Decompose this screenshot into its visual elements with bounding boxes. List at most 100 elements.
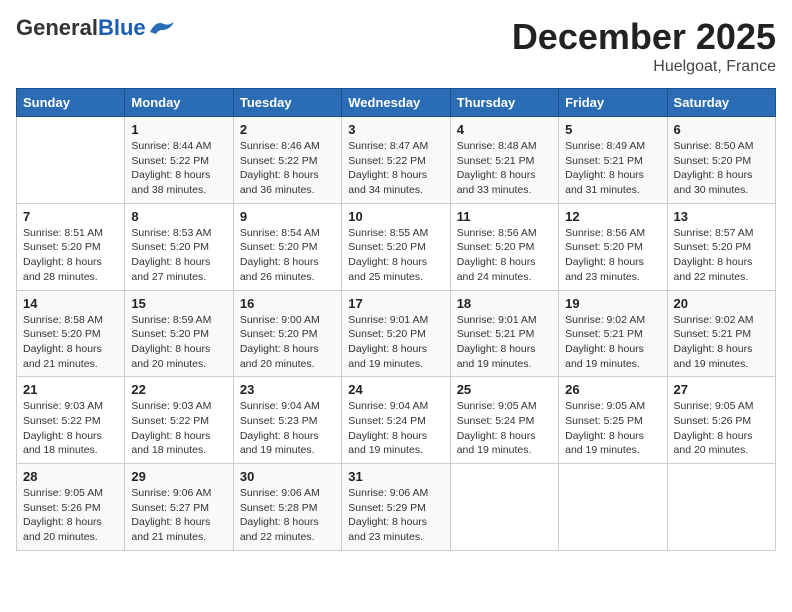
- day-info: Sunrise: 8:50 AM Sunset: 5:20 PM Dayligh…: [674, 139, 769, 198]
- day-info: Sunrise: 9:04 AM Sunset: 5:23 PM Dayligh…: [240, 399, 335, 458]
- day-cell: 25Sunrise: 9:05 AM Sunset: 5:24 PM Dayli…: [450, 377, 558, 464]
- day-info: Sunrise: 9:03 AM Sunset: 5:22 PM Dayligh…: [131, 399, 226, 458]
- day-cell: [17, 117, 125, 204]
- day-cell: 23 Sunrise: 9:04 AM Sunset: 5:23 PM Dayli…: [233, 377, 341, 464]
- day-number: 6: [674, 122, 769, 137]
- day-info: Sunrise: 8:59 AM Sunset: 5:20 PM Dayligh…: [131, 313, 226, 372]
- day-info: Sunrise: 8:47 AM Sunset: 5:22 PM Dayligh…: [348, 139, 443, 198]
- day-number: 25: [457, 382, 552, 397]
- day-number: 16: [240, 296, 335, 311]
- day-number: 18: [457, 296, 552, 311]
- day-info: Sunrise: 9:01 AM Sunset: 5:21 PM Dayligh…: [457, 313, 552, 372]
- column-header-friday: Friday: [559, 89, 667, 117]
- day-info: Sunrise: 8:46 AM Sunset: 5:22 PM Dayligh…: [240, 139, 335, 198]
- day-info: Sunrise: 9:06 AM Sunset: 5:27 PM Dayligh…: [131, 486, 226, 545]
- logo-bird-icon: [148, 18, 176, 38]
- logo-blue: Blue: [98, 15, 146, 40]
- day-info: Sunrise: 8:57 AM Sunset: 5:20 PM Dayligh…: [674, 226, 769, 285]
- day-number: 19: [565, 296, 660, 311]
- column-headers-row: SundayMondayTuesdayWednesdayThursdayFrid…: [17, 89, 776, 117]
- day-cell: 12Sunrise: 8:56 AM Sunset: 5:20 PM Dayli…: [559, 203, 667, 290]
- day-number: 17: [348, 296, 443, 311]
- day-cell: 2 Sunrise: 8:46 AM Sunset: 5:22 PM Daylig…: [233, 117, 341, 204]
- day-cell: 18 Sunrise: 9:01 AM Sunset: 5:21 PM Dayli…: [450, 290, 558, 377]
- day-cell: 31 Sunrise: 9:06 AM Sunset: 5:29 PM Dayli…: [342, 464, 450, 551]
- week-row-1: 1Sunrise: 8:44 AM Sunset: 5:22 PM Daylig…: [17, 117, 776, 204]
- day-number: 7: [23, 209, 118, 224]
- day-number: 26: [565, 382, 660, 397]
- day-info: Sunrise: 8:56 AM Sunset: 5:20 PM Dayligh…: [457, 226, 552, 285]
- day-cell: 11Sunrise: 8:56 AM Sunset: 5:20 PM Dayli…: [450, 203, 558, 290]
- day-number: 15: [131, 296, 226, 311]
- day-number: 31: [348, 469, 443, 484]
- location-subtitle: Huelgoat, France: [512, 58, 776, 76]
- day-number: 21: [23, 382, 118, 397]
- day-cell: 22 Sunrise: 9:03 AM Sunset: 5:22 PM Dayli…: [125, 377, 233, 464]
- column-header-sunday: Sunday: [17, 89, 125, 117]
- day-number: 10: [348, 209, 443, 224]
- day-cell: 8 Sunrise: 8:53 AM Sunset: 5:20 PM Daylig…: [125, 203, 233, 290]
- day-cell: 1Sunrise: 8:44 AM Sunset: 5:22 PM Daylig…: [125, 117, 233, 204]
- calendar-table: SundayMondayTuesdayWednesdayThursdayFrid…: [16, 88, 776, 551]
- day-info: Sunrise: 9:01 AM Sunset: 5:20 PM Dayligh…: [348, 313, 443, 372]
- day-cell: 19 Sunrise: 9:02 AM Sunset: 5:21 PM Dayli…: [559, 290, 667, 377]
- day-info: Sunrise: 9:00 AM Sunset: 5:20 PM Dayligh…: [240, 313, 335, 372]
- day-number: 22: [131, 382, 226, 397]
- logo-general: General: [16, 15, 98, 40]
- day-number: 29: [131, 469, 226, 484]
- day-cell: 26 Sunrise: 9:05 AM Sunset: 5:25 PM Dayli…: [559, 377, 667, 464]
- week-row-4: 21 Sunrise: 9:03 AM Sunset: 5:22 PM Dayli…: [17, 377, 776, 464]
- day-number: 8: [131, 209, 226, 224]
- column-header-saturday: Saturday: [667, 89, 775, 117]
- day-info: Sunrise: 8:48 AM Sunset: 5:21 PM Dayligh…: [457, 139, 552, 198]
- day-cell: 3Sunrise: 8:47 AM Sunset: 5:22 PM Daylig…: [342, 117, 450, 204]
- day-cell: 28Sunrise: 9:05 AM Sunset: 5:26 PM Dayli…: [17, 464, 125, 551]
- calendar-body: 1Sunrise: 8:44 AM Sunset: 5:22 PM Daylig…: [17, 117, 776, 551]
- column-header-tuesday: Tuesday: [233, 89, 341, 117]
- day-info: Sunrise: 9:06 AM Sunset: 5:29 PM Dayligh…: [348, 486, 443, 545]
- day-cell: 20 Sunrise: 9:02 AM Sunset: 5:21 PM Dayli…: [667, 290, 775, 377]
- week-row-5: 28Sunrise: 9:05 AM Sunset: 5:26 PM Dayli…: [17, 464, 776, 551]
- day-cell: 15 Sunrise: 8:59 AM Sunset: 5:20 PM Dayli…: [125, 290, 233, 377]
- day-cell: [667, 464, 775, 551]
- logo-text: GeneralBlue: [16, 16, 146, 40]
- week-row-3: 14Sunrise: 8:58 AM Sunset: 5:20 PM Dayli…: [17, 290, 776, 377]
- day-cell: 27Sunrise: 9:05 AM Sunset: 5:26 PM Dayli…: [667, 377, 775, 464]
- day-info: Sunrise: 9:02 AM Sunset: 5:21 PM Dayligh…: [565, 313, 660, 372]
- day-cell: 6 Sunrise: 8:50 AM Sunset: 5:20 PM Daylig…: [667, 117, 775, 204]
- day-cell: 14Sunrise: 8:58 AM Sunset: 5:20 PM Dayli…: [17, 290, 125, 377]
- page-header: GeneralBlue December 2025 Huelgoat, Fran…: [16, 16, 776, 76]
- day-number: 1: [131, 122, 226, 137]
- day-info: Sunrise: 9:02 AM Sunset: 5:21 PM Dayligh…: [674, 313, 769, 372]
- day-info: Sunrise: 8:53 AM Sunset: 5:20 PM Dayligh…: [131, 226, 226, 285]
- day-info: Sunrise: 8:56 AM Sunset: 5:20 PM Dayligh…: [565, 226, 660, 285]
- day-cell: 21Sunrise: 9:03 AM Sunset: 5:22 PM Dayli…: [17, 377, 125, 464]
- day-number: 30: [240, 469, 335, 484]
- day-info: Sunrise: 8:49 AM Sunset: 5:21 PM Dayligh…: [565, 139, 660, 198]
- day-cell: 17 Sunrise: 9:01 AM Sunset: 5:20 PM Dayli…: [342, 290, 450, 377]
- day-number: 28: [23, 469, 118, 484]
- day-cell: 4Sunrise: 8:48 AM Sunset: 5:21 PM Daylig…: [450, 117, 558, 204]
- day-number: 13: [674, 209, 769, 224]
- day-cell: 16 Sunrise: 9:00 AM Sunset: 5:20 PM Dayli…: [233, 290, 341, 377]
- day-number: 23: [240, 382, 335, 397]
- day-info: Sunrise: 8:54 AM Sunset: 5:20 PM Dayligh…: [240, 226, 335, 285]
- day-cell: 10Sunrise: 8:55 AM Sunset: 5:20 PM Dayli…: [342, 203, 450, 290]
- day-cell: 24Sunrise: 9:04 AM Sunset: 5:24 PM Dayli…: [342, 377, 450, 464]
- day-cell: 5Sunrise: 8:49 AM Sunset: 5:21 PM Daylig…: [559, 117, 667, 204]
- day-cell: 29 Sunrise: 9:06 AM Sunset: 5:27 PM Dayli…: [125, 464, 233, 551]
- day-info: Sunrise: 9:06 AM Sunset: 5:28 PM Dayligh…: [240, 486, 335, 545]
- day-cell: 7 Sunrise: 8:51 AM Sunset: 5:20 PM Daylig…: [17, 203, 125, 290]
- day-info: Sunrise: 8:51 AM Sunset: 5:20 PM Dayligh…: [23, 226, 118, 285]
- day-info: Sunrise: 9:04 AM Sunset: 5:24 PM Dayligh…: [348, 399, 443, 458]
- day-number: 2: [240, 122, 335, 137]
- day-cell: [450, 464, 558, 551]
- column-header-wednesday: Wednesday: [342, 89, 450, 117]
- day-info: Sunrise: 9:05 AM Sunset: 5:25 PM Dayligh…: [565, 399, 660, 458]
- day-cell: 13 Sunrise: 8:57 AM Sunset: 5:20 PM Dayli…: [667, 203, 775, 290]
- day-info: Sunrise: 8:58 AM Sunset: 5:20 PM Dayligh…: [23, 313, 118, 372]
- day-number: 20: [674, 296, 769, 311]
- week-row-2: 7 Sunrise: 8:51 AM Sunset: 5:20 PM Daylig…: [17, 203, 776, 290]
- logo: GeneralBlue: [16, 16, 176, 40]
- day-cell: [559, 464, 667, 551]
